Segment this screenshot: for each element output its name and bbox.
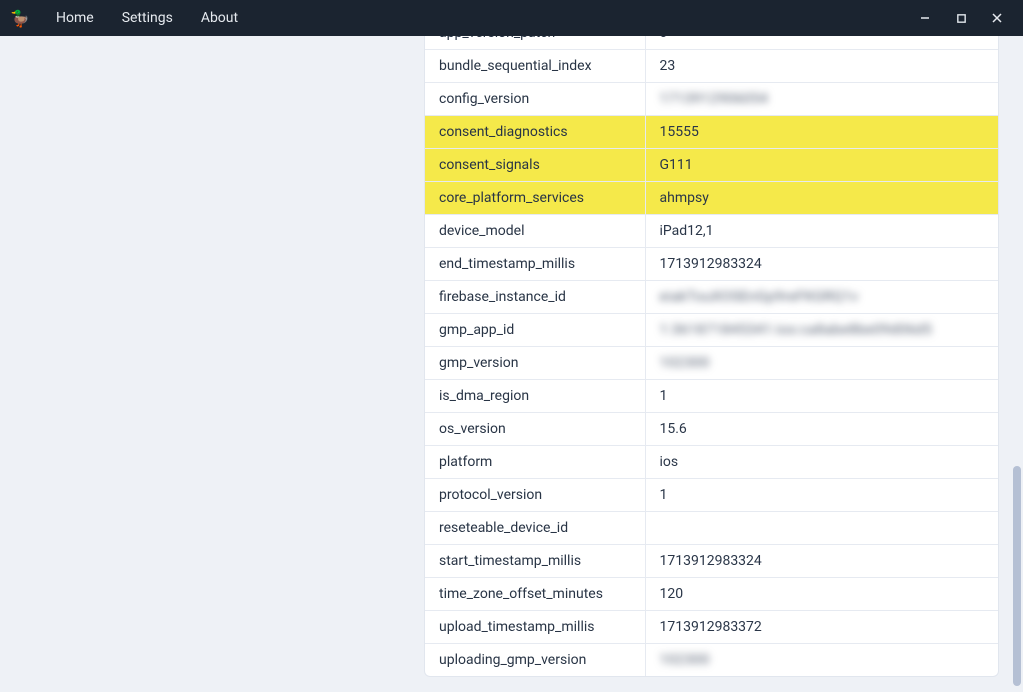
scroll-content: app_version_major4app_version_minor2app_…	[0, 36, 1023, 692]
row-value-text: 0	[660, 36, 668, 41]
row-value-text: iPad12,1	[660, 223, 714, 239]
row-value: 1	[645, 379, 998, 412]
details-card-wrap: app_version_major4app_version_minor2app_…	[424, 36, 999, 677]
row-key: config_version	[425, 82, 645, 115]
row-value-text: 102300	[660, 652, 710, 668]
table-row[interactable]: protocol_version 1	[425, 478, 998, 511]
row-key: app_version_patch	[425, 36, 645, 49]
row-value-text: ios	[660, 454, 679, 470]
row-key: time_zone_offset_minutes	[425, 577, 645, 610]
row-value: 1713912906054	[645, 82, 998, 115]
row-key: end_timestamp_millis	[425, 247, 645, 280]
row-value-text: 1	[660, 487, 668, 503]
row-value-text: ahmpsy	[660, 190, 709, 206]
row-value-text: 1713912983324	[660, 553, 762, 569]
row-value: ios	[645, 445, 998, 478]
table-row[interactable]: platform ios	[425, 445, 998, 478]
table-row[interactable]: reseteable_device_id	[425, 511, 998, 544]
row-value-text: 102300	[660, 355, 710, 371]
row-value-text: 1	[660, 388, 668, 404]
row-value: 1713912983372	[645, 610, 998, 643]
row-value-text: 1713912983324	[660, 256, 762, 272]
table-row[interactable]: app_version_patch 0	[425, 36, 998, 49]
row-key: gmp_app_id	[425, 313, 645, 346]
menu-home[interactable]: Home	[46, 4, 104, 32]
row-value: 1713912983324	[645, 544, 998, 577]
row-key: core_platform_services	[425, 181, 645, 214]
row-value-text: 15555	[660, 124, 699, 140]
window-minimize-button[interactable]	[909, 4, 941, 32]
maximize-icon	[956, 13, 967, 24]
window-maximize-button[interactable]	[945, 4, 977, 32]
scrollbar-thumb[interactable]	[1013, 466, 1021, 686]
table-row[interactable]: upload_timestamp_millis 1713912983372	[425, 610, 998, 643]
table-row[interactable]: os_version 15.6	[425, 412, 998, 445]
app-logo-icon: 🦆	[10, 8, 30, 28]
row-key: upload_timestamp_millis	[425, 610, 645, 643]
table-row[interactable]: firebase_instance_id eiakTouXOSEnGp9reFKG…	[425, 280, 998, 313]
row-value-text: 120	[660, 586, 684, 602]
row-key: start_timestamp_millis	[425, 544, 645, 577]
table-row[interactable]: is_dma_region 1	[425, 379, 998, 412]
minimize-icon	[919, 12, 931, 24]
row-key: firebase_instance_id	[425, 280, 645, 313]
row-value: 1	[645, 478, 998, 511]
row-value: 15555	[645, 115, 998, 148]
row-value-text: 1713912983372	[660, 619, 762, 635]
row-value-text: G111	[660, 157, 693, 173]
table-row[interactable]: time_zone_offset_minutes 120	[425, 577, 998, 610]
menu-about[interactable]: About	[191, 4, 248, 32]
row-key: consent_signals	[425, 148, 645, 181]
row-value: 1713912983324	[645, 247, 998, 280]
close-icon	[991, 12, 1003, 24]
app-menu: Home Settings About	[46, 4, 248, 32]
row-value: 102300	[645, 643, 998, 676]
table-row[interactable]: bundle_sequential_index 23	[425, 49, 998, 82]
row-value-text: 15.6	[660, 421, 687, 437]
row-value: 120	[645, 577, 998, 610]
row-value-text: 1:361871845341:ios:ca8abe8be09d06d5	[660, 322, 933, 338]
table-row[interactable]: end_timestamp_millis 1713912983324	[425, 247, 998, 280]
row-value-text: 23	[660, 58, 676, 74]
titlebar-left: 🦆 Home Settings About	[10, 4, 248, 32]
table-row[interactable]: gmp_version 102300	[425, 346, 998, 379]
row-key: consent_diagnostics	[425, 115, 645, 148]
window-close-button[interactable]	[981, 4, 1013, 32]
table-row[interactable]: start_timestamp_millis 1713912983324	[425, 544, 998, 577]
row-key: device_model	[425, 214, 645, 247]
details-table: app_version_major4app_version_minor2app_…	[425, 36, 998, 676]
row-value: 23	[645, 49, 998, 82]
details-card: app_version_major4app_version_minor2app_…	[424, 36, 999, 677]
row-value-text: 1713912906054	[660, 91, 769, 107]
row-value: 1:361871845341:ios:ca8abe8be09d06d5	[645, 313, 998, 346]
table-row[interactable]: config_version 1713912906054	[425, 82, 998, 115]
row-key: uploading_gmp_version	[425, 643, 645, 676]
menu-settings[interactable]: Settings	[112, 4, 183, 32]
row-value: G111	[645, 148, 998, 181]
row-key: is_dma_region	[425, 379, 645, 412]
row-value: 102300	[645, 346, 998, 379]
window-controls	[909, 4, 1013, 32]
table-row[interactable]: consent_diagnostics 15555	[425, 115, 998, 148]
row-key: protocol_version	[425, 478, 645, 511]
row-value	[645, 511, 998, 544]
titlebar: 🦆 Home Settings About	[0, 0, 1023, 36]
row-key: reseteable_device_id	[425, 511, 645, 544]
row-key: gmp_version	[425, 346, 645, 379]
row-value-text: eiakTouXOSEnGp9reFKGRQ1v	[660, 289, 859, 305]
row-key: platform	[425, 445, 645, 478]
table-row[interactable]: uploading_gmp_version 102300	[425, 643, 998, 676]
row-value: 0	[645, 36, 998, 49]
row-value: iPad12,1	[645, 214, 998, 247]
row-key: bundle_sequential_index	[425, 49, 645, 82]
content-viewport: app_version_major4app_version_minor2app_…	[0, 36, 1023, 692]
table-row[interactable]: gmp_app_id 1:361871845341:ios:ca8abe8be09…	[425, 313, 998, 346]
row-key: os_version	[425, 412, 645, 445]
table-row[interactable]: device_model iPad12,1	[425, 214, 998, 247]
row-value: eiakTouXOSEnGp9reFKGRQ1v	[645, 280, 998, 313]
row-value: 15.6	[645, 412, 998, 445]
row-value: ahmpsy	[645, 181, 998, 214]
table-row[interactable]: consent_signals G111	[425, 148, 998, 181]
table-row[interactable]: core_platform_services ahmpsy	[425, 181, 998, 214]
